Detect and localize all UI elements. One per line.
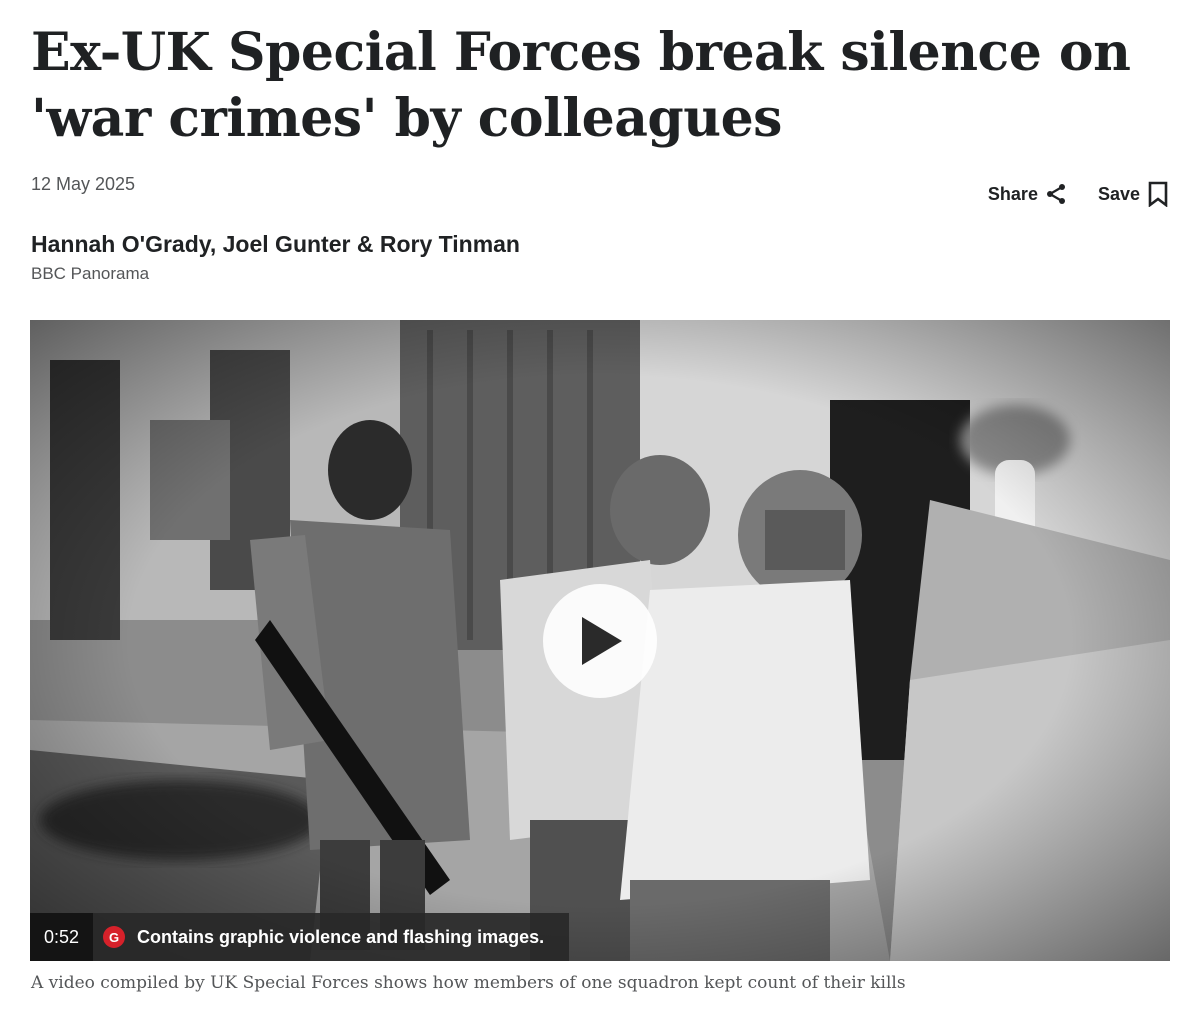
share-button[interactable]: Share: [988, 182, 1068, 206]
play-icon: [582, 617, 622, 665]
authors: Hannah O'Grady, Joel Gunter & Rory Tinma…: [31, 231, 520, 257]
save-button[interactable]: Save: [1098, 181, 1170, 207]
play-button[interactable]: [543, 584, 657, 698]
save-label: Save: [1097, 183, 1140, 204]
headline: Ex-UK Special Forces break silence on 'w…: [31, 22, 1131, 149]
share-label: Share: [987, 183, 1038, 204]
meta-row: 12 May 2025 Share Save: [31, 172, 1170, 224]
article-actions: Share Save: [988, 181, 1170, 207]
guidance-badge-icon: G: [103, 926, 126, 948]
publish-date: 12 May 2025: [31, 174, 136, 194]
share-icon: [1046, 184, 1065, 204]
source-programme: BBC Panorama: [31, 264, 150, 283]
video-info-bar: 0:52 G Contains graphic violence and fla…: [30, 913, 570, 961]
content-warning: G Contains graphic violence and flashing…: [93, 913, 570, 961]
bookmark-icon: [1148, 181, 1168, 207]
video-caption: A video compiled by UK Special Forces sh…: [31, 973, 906, 993]
content-warning-text: Contains graphic violence and flashing i…: [137, 926, 545, 947]
video-duration: 0:52: [30, 913, 94, 961]
byline: Hannah O'Grady, Joel Gunter & Rory Tinma…: [31, 230, 1170, 284]
video-player[interactable]: 0:52 G Contains graphic violence and fla…: [30, 320, 1170, 961]
